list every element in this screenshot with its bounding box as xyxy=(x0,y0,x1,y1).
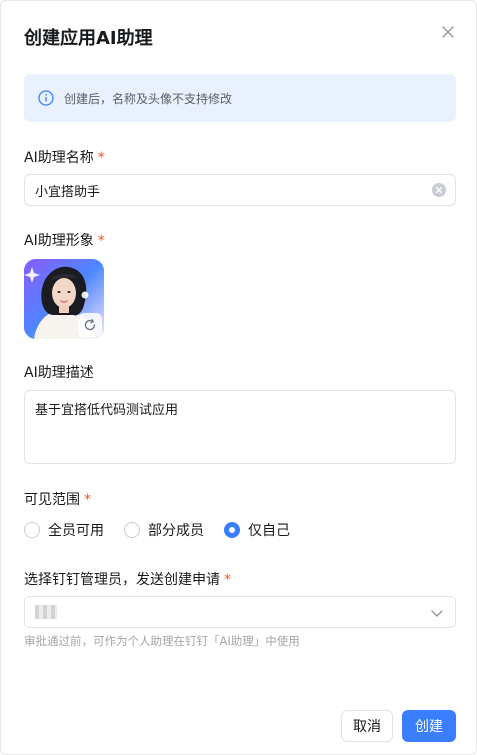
required-mark: * xyxy=(97,233,105,249)
redacted-admin-name xyxy=(35,605,57,619)
info-notice: 创建后，名称及头像不支持修改 xyxy=(24,74,456,122)
close-icon[interactable] xyxy=(437,21,459,43)
radio-circle[interactable] xyxy=(24,522,40,538)
visibility-label: 可见范围 * xyxy=(24,492,91,508)
name-input[interactable]: 小宜搭助手 xyxy=(24,174,456,206)
create-button[interactable]: 创建 xyxy=(402,710,456,742)
dialog-title: 创建应用AI助理 xyxy=(24,28,153,49)
avatar-label: AI助理形象 * xyxy=(24,233,105,249)
radio-only-me[interactable]: 仅自己 xyxy=(224,520,290,540)
description-textarea[interactable]: 基于宜搭低代码测试应用 xyxy=(24,390,456,464)
description-label: AI助理描述 xyxy=(24,365,94,381)
refresh-icon[interactable] xyxy=(78,313,102,337)
required-mark: * xyxy=(224,572,231,588)
info-icon xyxy=(38,90,54,106)
required-mark: * xyxy=(97,150,105,166)
radio-all-members[interactable]: 全员可用 xyxy=(24,520,104,540)
required-mark: * xyxy=(84,492,91,508)
admin-label: 选择钉钉管理员，发送创建申请 * xyxy=(24,572,231,588)
notice-text: 创建后，名称及头像不支持修改 xyxy=(64,91,233,106)
admin-select[interactable] xyxy=(24,596,456,628)
radio-circle[interactable] xyxy=(124,522,140,538)
chevron-down-icon[interactable] xyxy=(429,605,445,621)
name-label: AI助理名称 * xyxy=(24,150,105,166)
cancel-button[interactable]: 取消 xyxy=(341,710,393,742)
radio-some-members[interactable]: 部分成员 xyxy=(124,520,204,540)
create-ai-assistant-dialog: 创建应用AI助理 创建后，名称及头像不支持修改 AI助理名称 * 小宜搭助手 AI… xyxy=(0,0,477,755)
admin-hint: 审批通过前，可作为个人助理在钉钉「AI助理」中使用 xyxy=(24,634,300,648)
name-input-value: 小宜搭助手 xyxy=(35,184,101,200)
visibility-radio-group: 全员可用 部分成员 仅自己 xyxy=(24,520,310,540)
radio-circle-checked[interactable] xyxy=(224,522,240,538)
clear-icon[interactable] xyxy=(432,183,446,197)
